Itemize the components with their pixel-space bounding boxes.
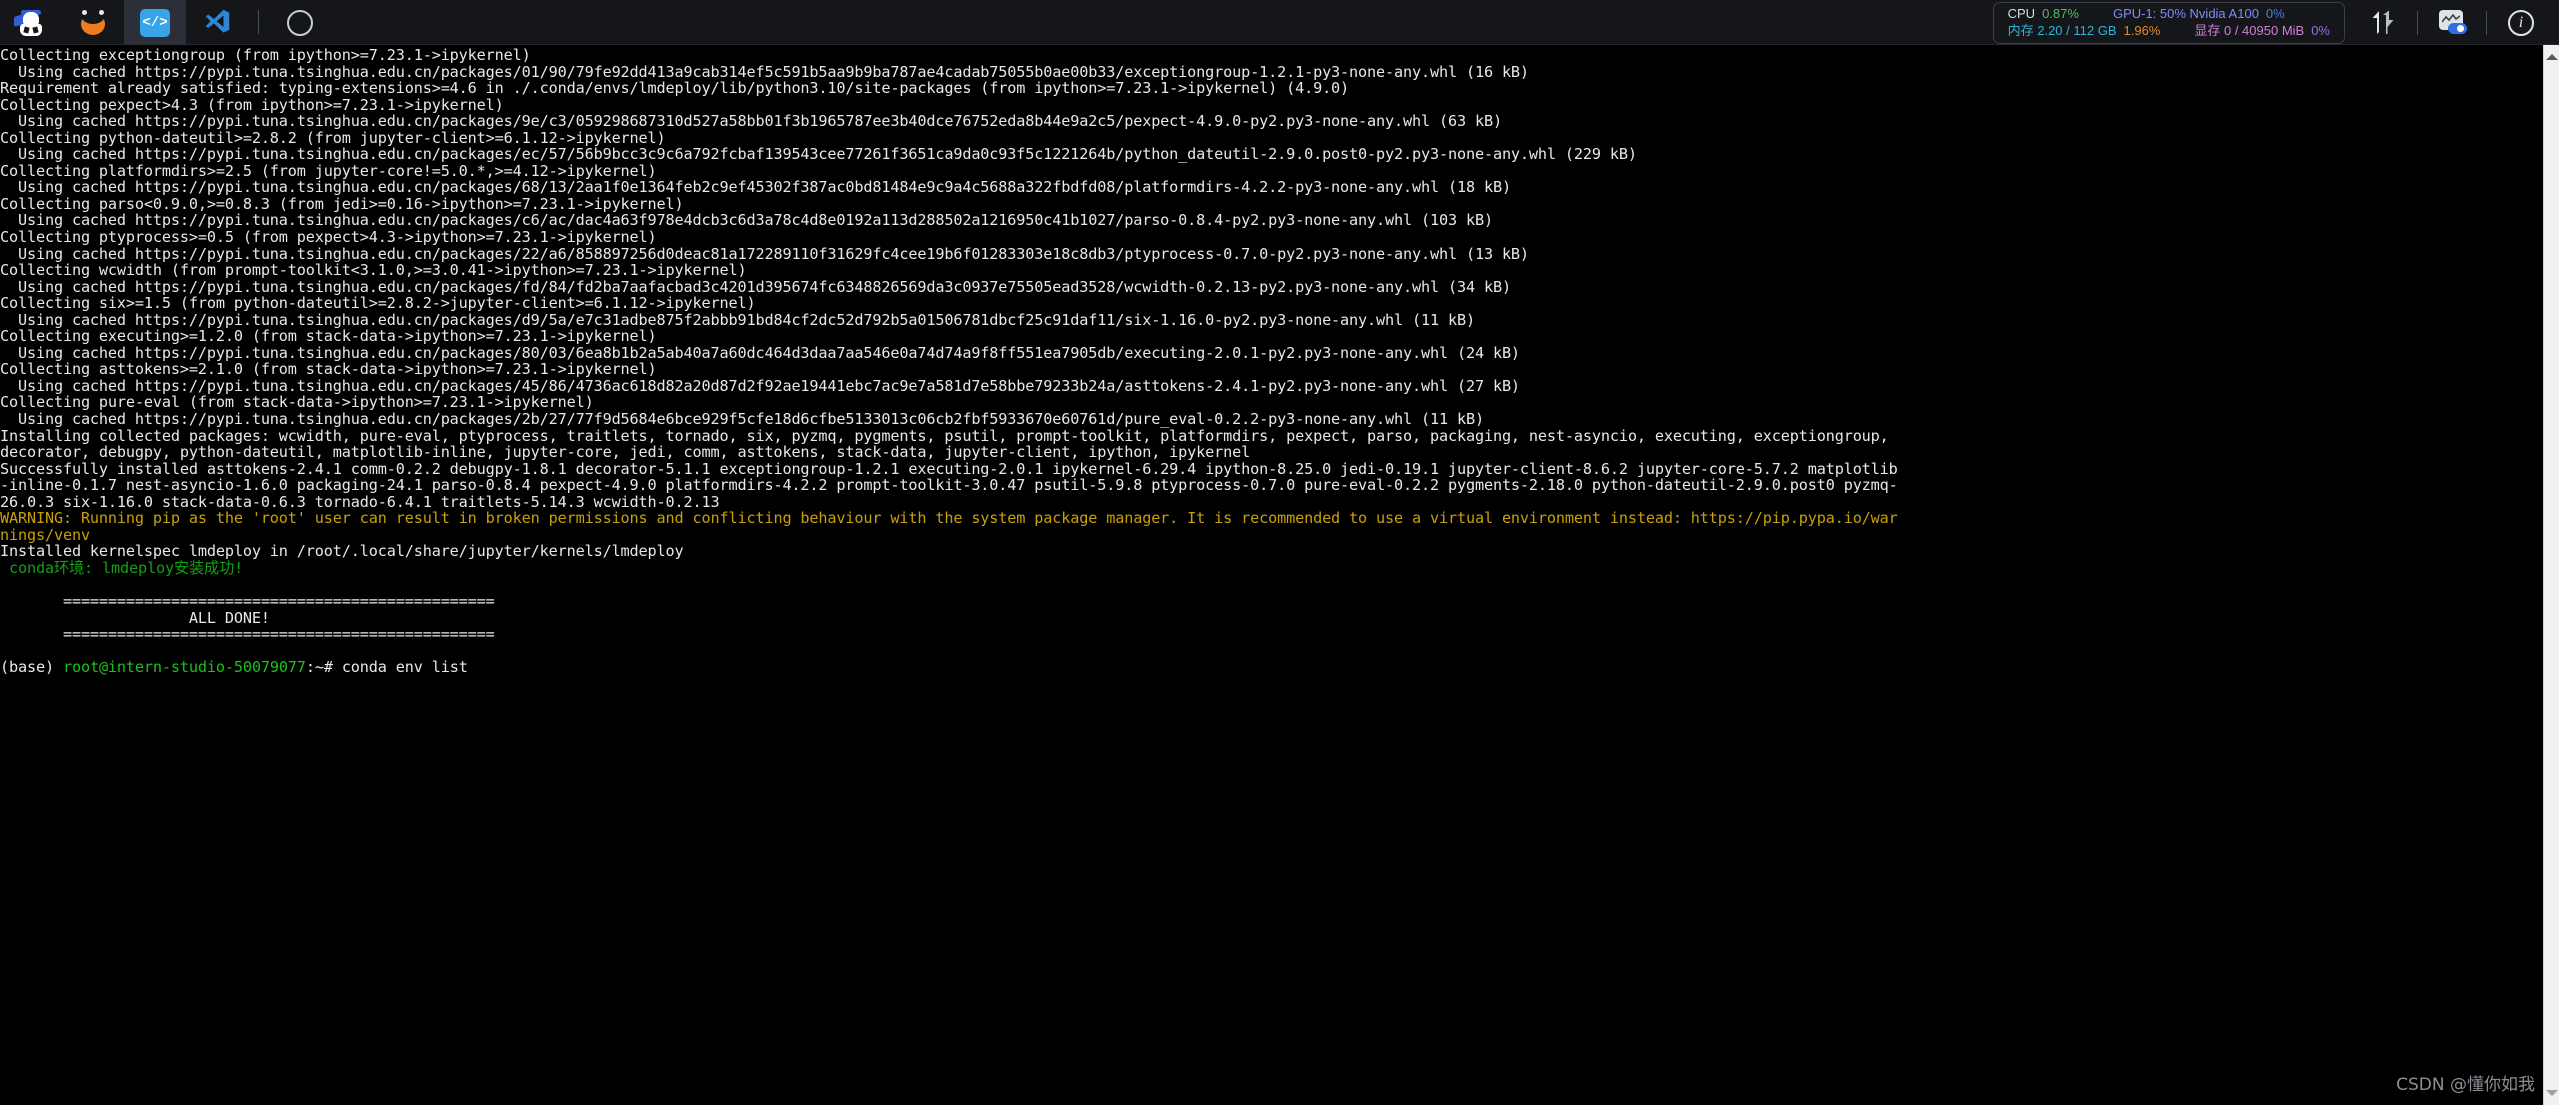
memory-stat: 内存 2.20 / 112 GB 1.96% — [2008, 23, 2161, 39]
terminal-line: Successfully installed asttokens-2.4.1 c… — [0, 459, 1898, 478]
terminal-line: Collecting executing>=1.2.0 (from stack-… — [0, 327, 657, 346]
terminal-line: Collecting six>=1.5 (from python-dateuti… — [0, 294, 756, 313]
toolbar-divider-2 — [2417, 10, 2418, 35]
cpu-stat: CPU 0.87% — [2008, 6, 2079, 22]
terminal-line: Installed kernelspec lmdeploy in /root/.… — [0, 542, 684, 561]
scroll-down-button[interactable] — [2544, 1085, 2559, 1101]
prompt-sigil: # — [323, 658, 342, 677]
top-toolbar: </> CPU 0.87% GPU-1: 50% Nvidia A100 0% … — [0, 0, 2559, 45]
terminal-line: ALL DONE! — [0, 608, 270, 627]
terminal-line: Collecting exceptiongroup (from ipython>… — [0, 46, 531, 64]
terminal-line: Using cached https://pypi.tuna.tsinghua.… — [0, 376, 1520, 395]
terminal-line: WARNING: Running pip as the 'root' user … — [0, 509, 1898, 528]
toolbar-divider — [258, 10, 259, 34]
vscode-icon — [202, 9, 232, 37]
code-editor-app[interactable]: </> — [124, 0, 186, 45]
conda-app[interactable] — [62, 0, 124, 45]
terminal-line: ========================================… — [0, 592, 495, 611]
terminal-line: decorator, debugpy, python-dateutil, mat… — [0, 443, 1251, 462]
monitor-toggle-icon — [2437, 9, 2467, 36]
terminal-line: Collecting parso<0.9.0,>=0.8.3 (from jed… — [0, 194, 684, 213]
terminal-line: conda环境: lmdeploy安装成功! — [0, 558, 244, 577]
gpu-label: GPU-1: 50% Nvidia A100 — [2112, 5, 2259, 21]
terminal-line: 26.0.3 six-1.16.0 stack-data-0.6.3 torna… — [0, 492, 720, 511]
vertical-scrollbar[interactable] — [2543, 45, 2559, 1105]
network-traffic-icon — [2371, 10, 2395, 36]
terminal-lines: Collecting exceptiongroup (from ipython>… — [0, 47, 2543, 692]
toolbar-app-launcher: </> — [0, 0, 331, 45]
vram-stat: 显存 0 / 40950 MiB 0% — [2194, 23, 2330, 39]
chevron-up-icon — [2546, 54, 2558, 60]
terminal-line: Using cached https://pypi.tuna.tsinghua.… — [0, 211, 1493, 230]
conda-icon — [78, 5, 108, 38]
gpu-stat: GPU-1: 50% Nvidia A100 0% — [2113, 6, 2285, 22]
vram-label: 显存 0 / 40950 MiB — [2194, 22, 2305, 38]
compass-icon — [287, 9, 313, 36]
robot-icon — [14, 8, 46, 38]
cpu-value: 0.87% — [2042, 5, 2079, 21]
code-icon: </> — [140, 8, 170, 37]
memory-label: 内存 2.20 / 112 GB — [2007, 22, 2117, 38]
terminal-line: Using cached https://pypi.tuna.tsinghua.… — [0, 62, 1529, 81]
terminal-line: Collecting python-dateutil>=2.8.2 (from … — [0, 128, 666, 147]
prompt-command: conda env list — [341, 658, 468, 677]
prompt-user-host: root@intern-studio-50079077 — [62, 658, 306, 677]
info-icon: i — [2508, 9, 2534, 36]
vram-value: 0% — [2311, 22, 2330, 38]
terminal-line: Using cached https://pypi.tuna.tsinghua.… — [0, 145, 1637, 164]
terminal-line: Using cached https://pypi.tuna.tsinghua.… — [0, 178, 1511, 197]
terminal-line: ========================================… — [0, 625, 495, 644]
vscode-app[interactable] — [186, 0, 248, 45]
browser-app[interactable] — [269, 0, 331, 45]
terminal-line: Using cached https://pypi.tuna.tsinghua.… — [0, 244, 1529, 263]
intern-studio-logo[interactable] — [0, 0, 62, 45]
terminal-line: Using cached https://pypi.tuna.tsinghua.… — [0, 112, 1502, 131]
network-traffic-button[interactable] — [2359, 0, 2407, 45]
prompt-path: ~ — [314, 658, 324, 677]
prompt-colon: : — [305, 658, 315, 677]
terminal-line: -inline-0.1.7 nest-asyncio-1.6.0 packagi… — [0, 476, 1898, 495]
terminal-line: nings/venv — [0, 525, 90, 544]
terminal-line: Using cached https://pypi.tuna.tsinghua.… — [0, 410, 1484, 429]
terminal-line: Installing collected packages: wcwidth, … — [0, 426, 1889, 445]
gpu-value: 0% — [2265, 5, 2285, 21]
terminal-line: Collecting ptyprocess>=0.5 (from pexpect… — [0, 228, 657, 247]
monitor-toggle-button[interactable] — [2428, 0, 2476, 45]
memory-value: 1.96% — [2123, 22, 2161, 38]
terminal-line: Collecting pure-eval (from stack-data->i… — [0, 393, 594, 412]
stats-row-top: CPU 0.87% GPU-1: 50% Nvidia A100 0% — [2008, 6, 2330, 22]
terminal-prompt-line[interactable]: (base) root@intern-studio-50079077:~# co… — [0, 659, 2543, 676]
terminal-line: Requirement already satisfied: typing-ex… — [0, 79, 1350, 98]
info-button[interactable]: i — [2497, 0, 2545, 45]
toolbar-status-area: CPU 0.87% GPU-1: 50% Nvidia A100 0% 内存 2… — [1992, 0, 2559, 45]
stats-row-bottom: 内存 2.20 / 112 GB 1.96% 显存 0 / 40950 MiB … — [2008, 23, 2330, 39]
terminal-line: Collecting pexpect>4.3 (from ipython>=7.… — [0, 95, 504, 114]
terminal-line: Using cached https://pypi.tuna.tsinghua.… — [0, 343, 1520, 362]
terminal-line: Collecting platformdirs>=2.5 (from jupyt… — [0, 161, 657, 180]
terminal-line: Using cached https://pypi.tuna.tsinghua.… — [0, 310, 1475, 329]
terminal-line: Collecting asttokens>=2.1.0 (from stack-… — [0, 360, 657, 379]
terminal-cursor-line — [0, 676, 2543, 693]
terminal-line: Using cached https://pypi.tuna.tsinghua.… — [0, 277, 1511, 296]
cpu-label: CPU — [2007, 5, 2036, 21]
chevron-down-icon — [2546, 1090, 2558, 1096]
terminal-line: Collecting wcwidth (from prompt-toolkit<… — [0, 261, 747, 280]
system-stats-panel: CPU 0.87% GPU-1: 50% Nvidia A100 0% 内存 2… — [1992, 1, 2345, 44]
scroll-up-button[interactable] — [2544, 49, 2559, 65]
toolbar-divider-3 — [2486, 10, 2487, 35]
terminal-output-pane[interactable]: Collecting exceptiongroup (from ipython>… — [0, 45, 2543, 1105]
prompt-env: (base) — [0, 658, 63, 677]
